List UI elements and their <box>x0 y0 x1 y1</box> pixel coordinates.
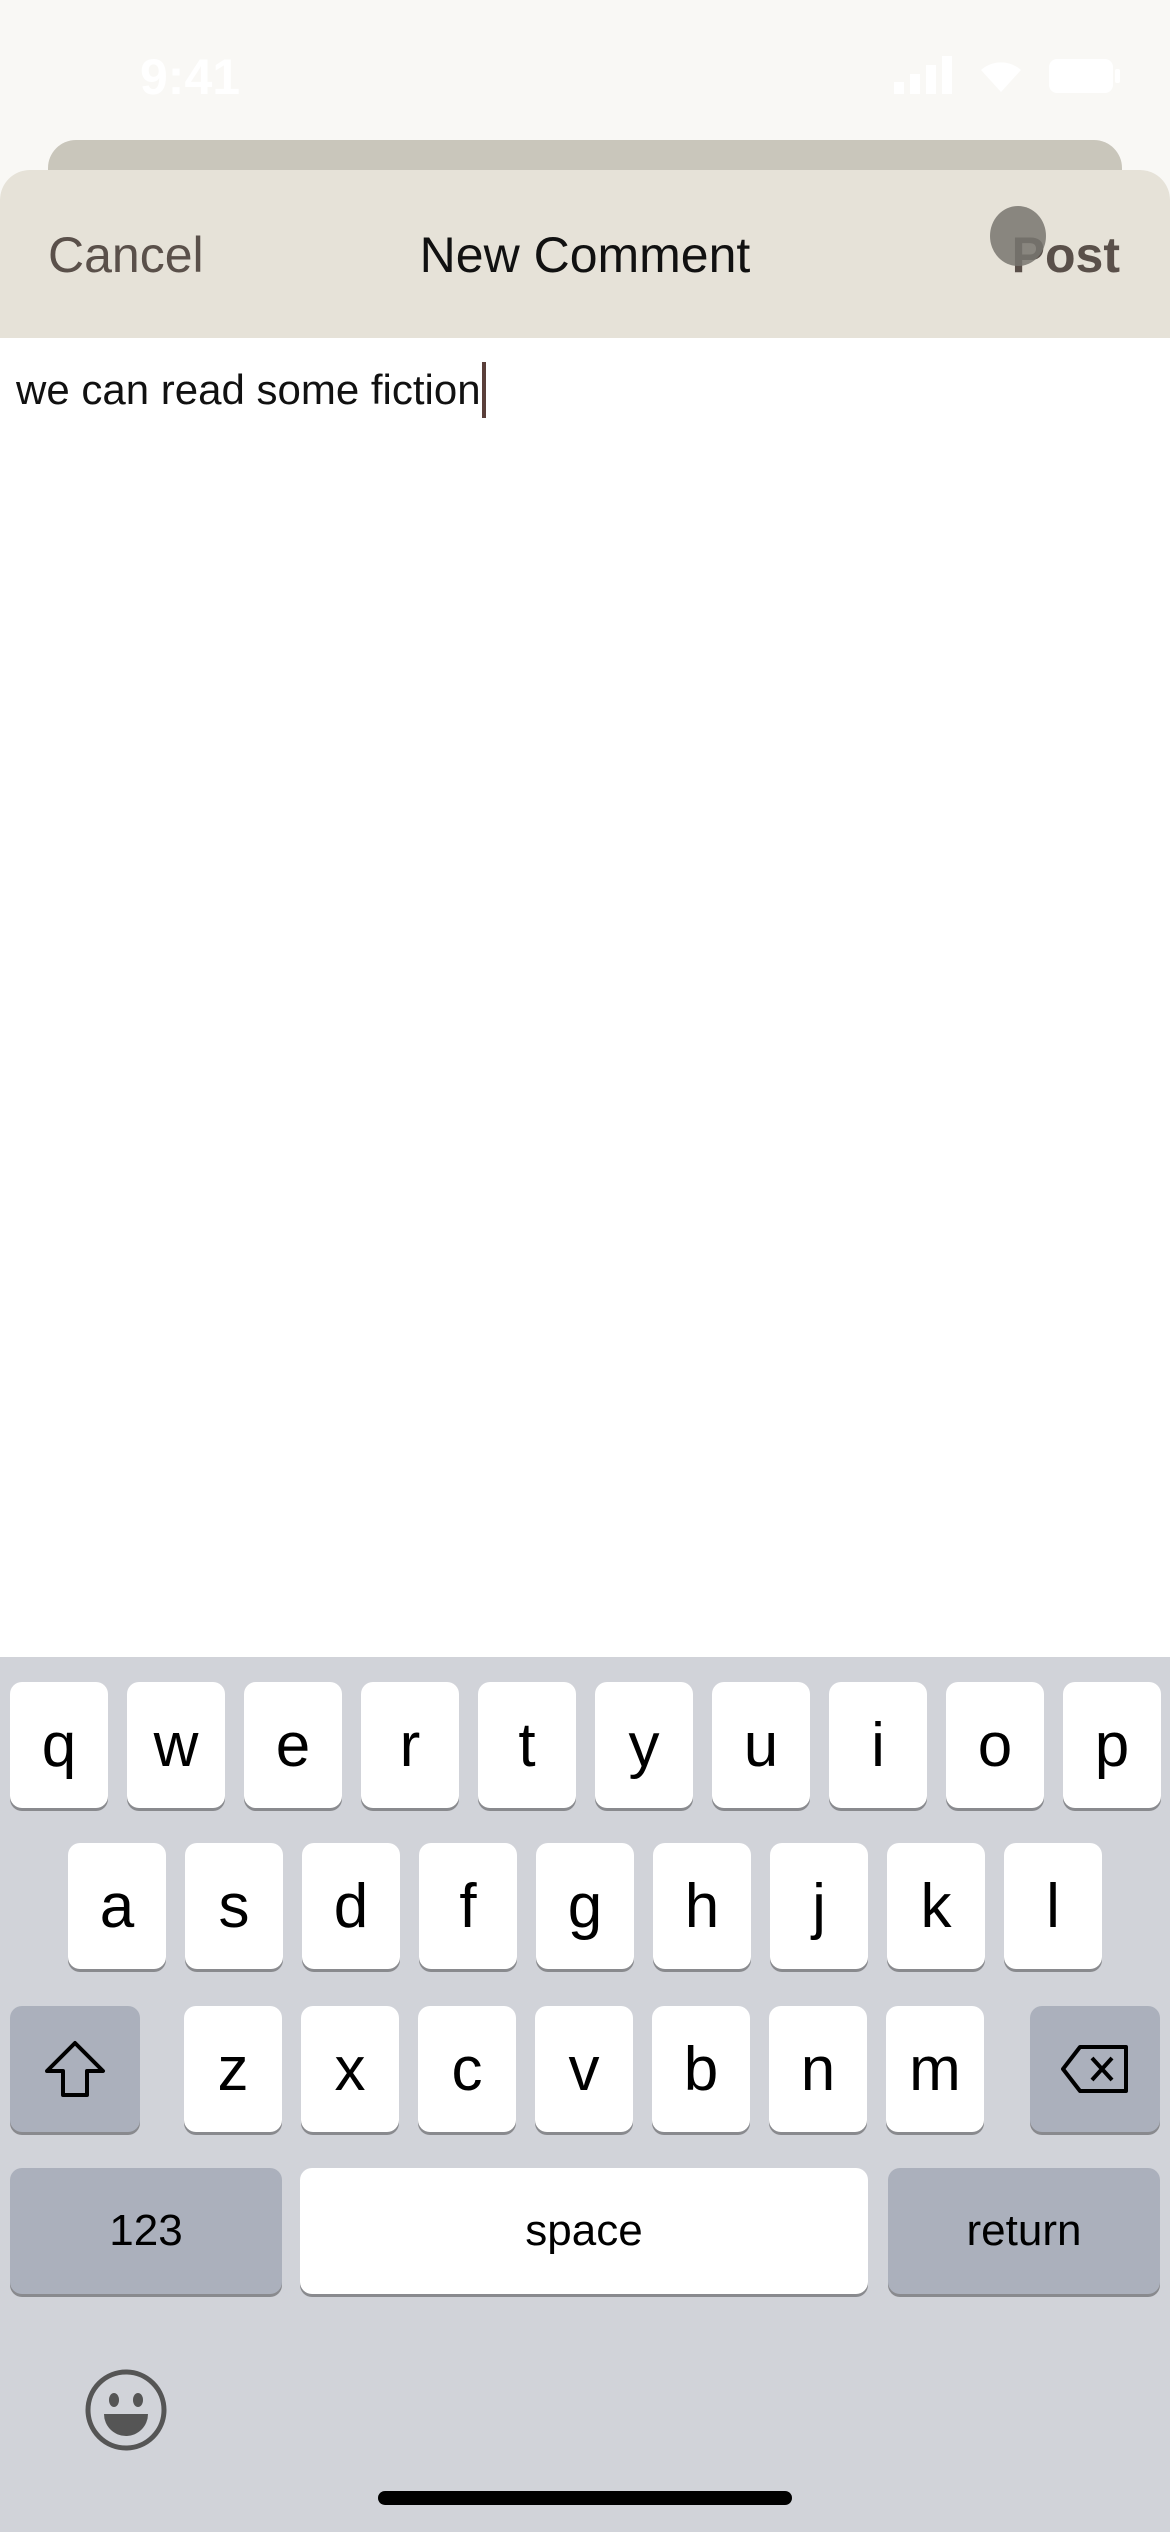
key-e[interactable]: e <box>244 1682 342 1808</box>
emoji-button[interactable] <box>84 2368 168 2457</box>
status-icons <box>894 56 1120 94</box>
key-d[interactable]: d <box>302 1843 400 1969</box>
key-k[interactable]: k <box>887 1843 985 1969</box>
key-w[interactable]: w <box>127 1682 225 1808</box>
home-indicator[interactable] <box>378 2491 792 2505</box>
key-n[interactable]: n <box>769 2006 867 2132</box>
key-f[interactable]: f <box>419 1843 517 1969</box>
key-u[interactable]: u <box>712 1682 810 1808</box>
comment-text: we can read some fiction <box>16 366 481 413</box>
key-p[interactable]: p <box>1063 1682 1161 1808</box>
key-z[interactable]: z <box>184 2006 282 2132</box>
key-x[interactable]: x <box>301 2006 399 2132</box>
signal-icon <box>894 56 952 94</box>
key-o[interactable]: o <box>946 1682 1044 1808</box>
key-q[interactable]: q <box>10 1682 108 1808</box>
key-t[interactable]: t <box>478 1682 576 1808</box>
key-c[interactable]: c <box>418 2006 516 2132</box>
delete-key[interactable] <box>1030 2006 1160 2132</box>
return-key[interactable]: return <box>888 2168 1160 2294</box>
key-j[interactable]: j <box>770 1843 868 1969</box>
text-caret <box>481 362 486 418</box>
key-s[interactable]: s <box>185 1843 283 1969</box>
space-key[interactable]: space <box>300 2168 868 2294</box>
emoji-icon <box>85 2369 167 2451</box>
key-y[interactable]: y <box>595 1682 693 1808</box>
shift-key[interactable] <box>10 2006 140 2132</box>
key-v[interactable]: v <box>535 2006 633 2132</box>
delete-icon <box>1061 2045 1128 2093</box>
key-l[interactable]: l <box>1004 1843 1102 1969</box>
battery-icon <box>1049 59 1120 93</box>
keyboard: 123 space return qwertyuiop asdfghjkl zxcv… <box>0 1657 1170 2532</box>
wifi-icon <box>981 62 1021 92</box>
sheet-header: Cancel New Comment Post <box>0 170 1170 338</box>
numbers-key[interactable]: 123 <box>10 2168 282 2294</box>
comment-input[interactable]: we can read some fiction <box>16 362 486 418</box>
shift-icon <box>45 2041 105 2097</box>
key-g[interactable]: g <box>536 1843 634 1969</box>
key-r[interactable]: r <box>361 1682 459 1808</box>
key-h[interactable]: h <box>653 1843 751 1969</box>
key-i[interactable]: i <box>829 1682 927 1808</box>
status-time: 9:41 <box>140 49 241 105</box>
key-a[interactable]: a <box>68 1843 166 1969</box>
touch-indicator <box>990 206 1046 266</box>
key-m[interactable]: m <box>886 2006 984 2132</box>
key-b[interactable]: b <box>652 2006 750 2132</box>
